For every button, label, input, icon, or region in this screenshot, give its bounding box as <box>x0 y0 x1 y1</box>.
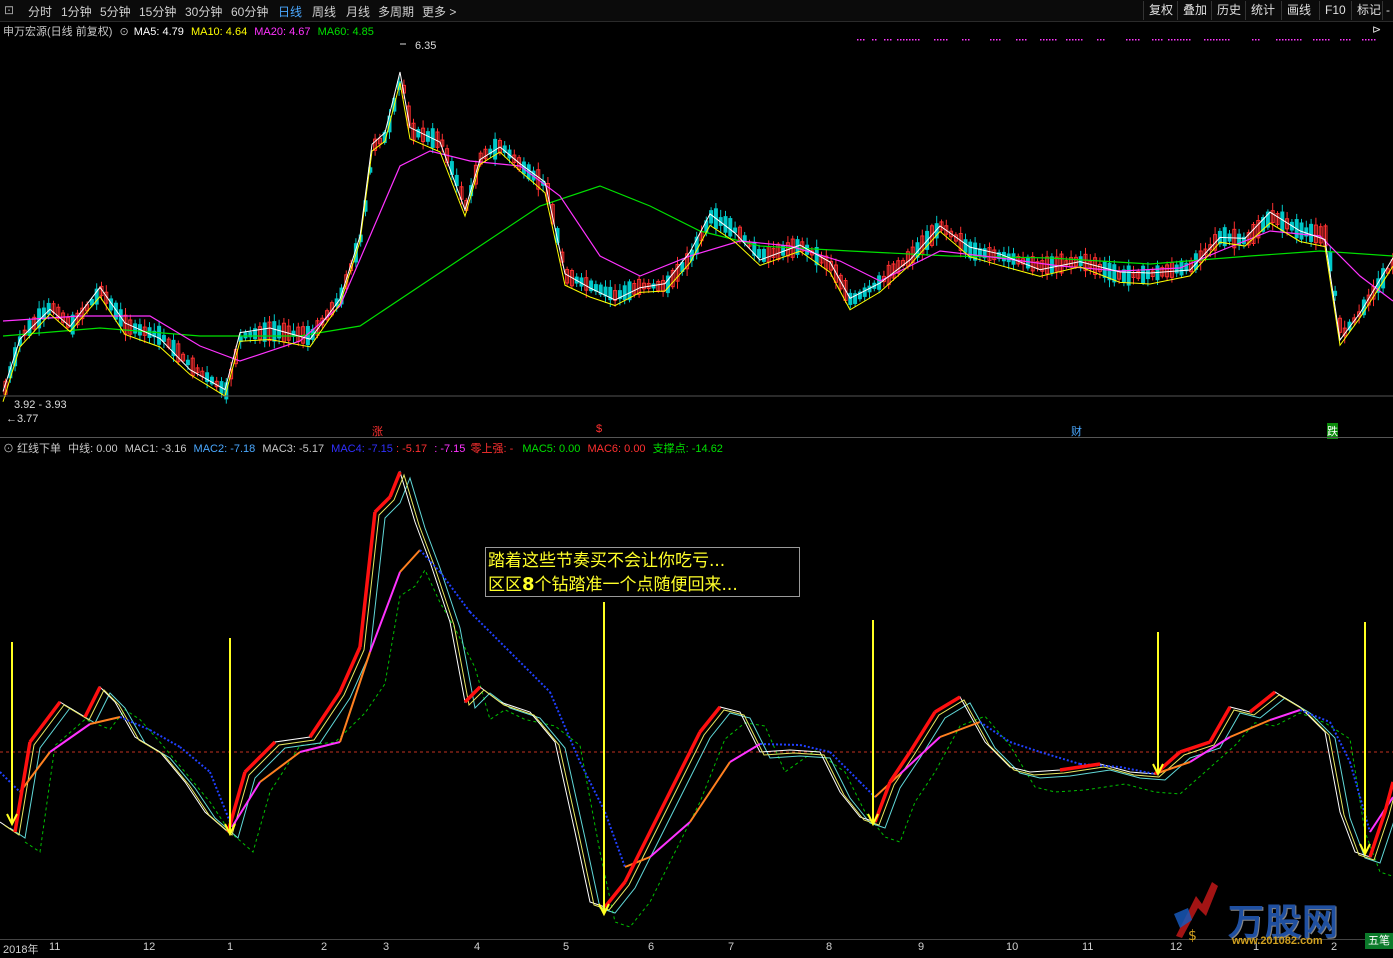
axis-label: 8 <box>826 941 833 953</box>
collapse-arrow-icon[interactable]: ⊳ <box>1372 23 1381 36</box>
callout-line-2: 区区8个钻踏准一个点随便回来... <box>488 574 738 595</box>
high-price-label: 6.35 <box>415 40 437 52</box>
svg-text:$: $ <box>1188 928 1197 944</box>
menu-icon[interactable]: ⊡ <box>4 3 14 17</box>
axis-label: 5 <box>563 941 570 953</box>
price-chart <box>0 39 1393 404</box>
tab-more[interactable]: 更多 > <box>422 3 456 20</box>
axis-label: 3 <box>383 941 390 953</box>
watermark-url: www.201082.com <box>1232 935 1323 947</box>
axis-label: 11 <box>1082 941 1094 953</box>
stats-button[interactable]: 统计 <box>1245 1 1280 20</box>
overlay-button[interactable]: 叠加 <box>1177 1 1212 20</box>
axis-label: 10 <box>1006 941 1019 953</box>
tab-30min[interactable]: 30分钟 <box>185 3 222 20</box>
axis-label: 2018年 <box>3 944 39 956</box>
ma5-line <box>2 71 1393 392</box>
tab-monthly[interactable]: 月线 <box>346 3 370 20</box>
tab-1min[interactable]: 1分钟 <box>61 3 92 20</box>
draw-button[interactable]: 画线 <box>1281 1 1316 20</box>
signal-dots <box>857 39 1376 41</box>
axis-label: 1 <box>227 941 234 953</box>
marker-dollar[interactable]: $ <box>596 423 602 435</box>
period-toolbar: ⊡ 分时 1分钟 5分钟 15分钟 30分钟 60分钟 日线 周线 月线 多周期… <box>0 0 1393 22</box>
tab-15min[interactable]: 15分钟 <box>139 3 176 20</box>
tab-multi-period[interactable]: 多周期 <box>378 3 414 20</box>
candlesticks <box>3 75 1393 404</box>
axis-label: 2 <box>321 941 328 953</box>
watermark-logo-icon: $ <box>1174 882 1218 944</box>
tab-5min[interactable]: 5分钟 <box>100 3 131 20</box>
minimize-button[interactable]: - <box>1382 1 1393 20</box>
ma60-line <box>2 185 1393 337</box>
indicator-chart <box>0 470 1393 928</box>
f10-button[interactable]: F10 <box>1319 1 1351 20</box>
fuquan-button[interactable]: 复权 <box>1143 1 1178 20</box>
indicator-slow-line <box>0 549 1393 868</box>
mark-button[interactable]: 标记 <box>1351 1 1386 20</box>
indicator-red-signal <box>13 471 1393 909</box>
axis-label: 12 <box>143 941 156 953</box>
history-button[interactable]: 历史 <box>1211 1 1246 20</box>
axis-label: 9 <box>918 941 925 953</box>
callout-line-1: 踏着这些节奏买不会让你吃亏... <box>488 551 726 571</box>
tab-daily[interactable]: 日线 <box>278 3 302 20</box>
axis-label: 6 <box>648 941 655 953</box>
low-range-label: 3.92 - 3.93 <box>14 399 67 411</box>
tab-60min[interactable]: 60分钟 <box>231 3 268 20</box>
indicator-teal-line <box>9 476 1393 914</box>
tab-weekly[interactable]: 周线 <box>312 3 336 20</box>
axis-label: 11 <box>49 941 61 953</box>
indicator-white-line <box>0 470 1393 908</box>
indicator-yellow-line <box>3 473 1393 911</box>
tab-fenshi[interactable]: 分时 <box>28 3 52 20</box>
low-price-label: ←3.77 <box>6 413 39 425</box>
axis-label: 7 <box>728 941 735 953</box>
corner-input-badge[interactable]: 五笔 <box>1365 933 1393 949</box>
axis-label: 4 <box>474 941 481 953</box>
ma20-line <box>2 150 1393 362</box>
annotation-callout: 踏着这些节奏买不会让你吃亏... 区区8个钻踏准一个点随便回来... <box>485 547 800 597</box>
